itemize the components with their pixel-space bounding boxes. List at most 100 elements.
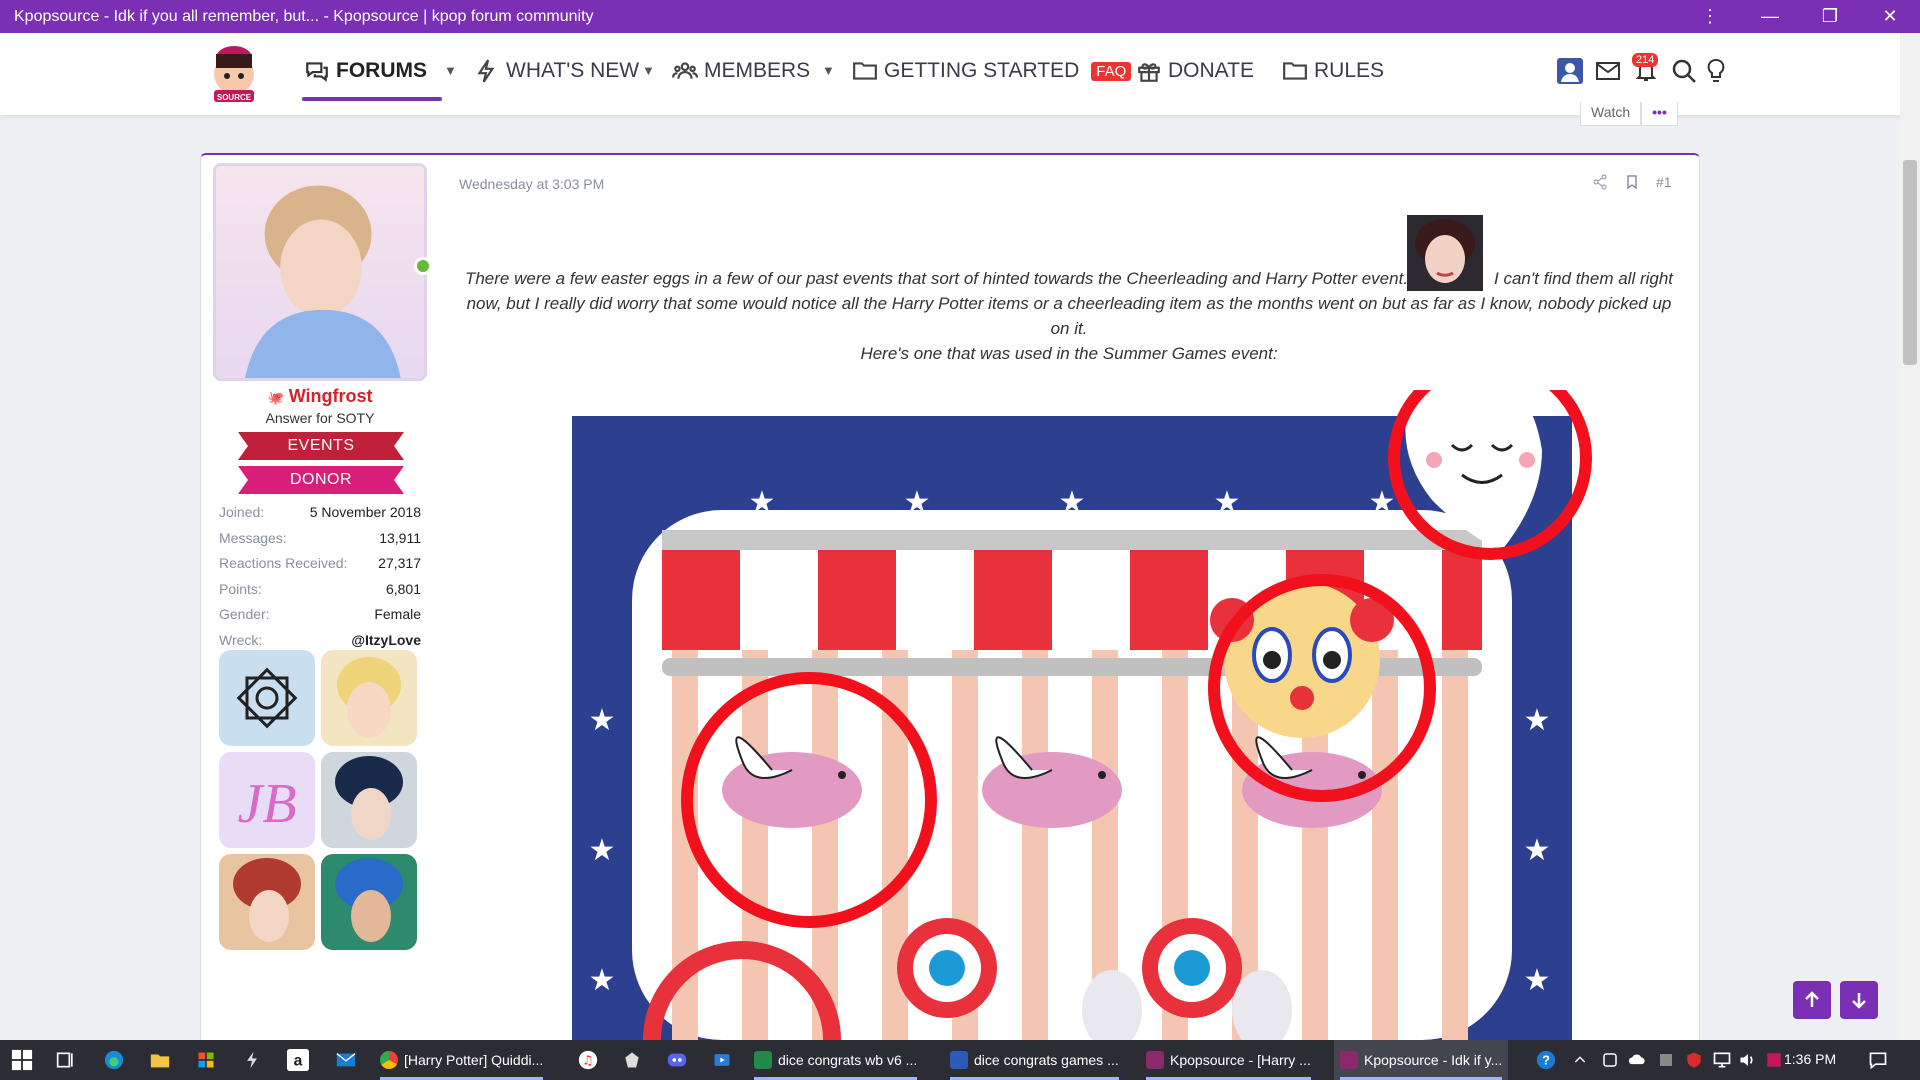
folder-icon [1283,62,1307,80]
faq-badge: FAQ [1091,61,1132,81]
lightbulb-icon[interactable] [1700,55,1732,87]
taskbar-app-word[interactable]: dice congrats games ... [944,1040,1125,1080]
mail-icon[interactable] [334,1048,358,1072]
notification-count-badge: 214 [1632,53,1659,67]
task-view-icon[interactable] [54,1048,78,1072]
kpopsource-icon [1146,1051,1164,1069]
volume-icon[interactable] [1736,1048,1760,1072]
chevron-up-icon[interactable] [1568,1048,1592,1072]
word-icon [950,1051,968,1069]
itunes-icon[interactable]: ♫ [576,1048,600,1072]
file-explorer-icon[interactable] [148,1048,172,1072]
inbox-icon[interactable] [1592,55,1624,87]
antivirus-icon[interactable] [1682,1048,1706,1072]
app-icon[interactable] [620,1048,644,1072]
nav-whats-new[interactable]: WHAT'S NEW [474,57,639,85]
whats-new-dropdown-icon[interactable]: ▼ [642,63,655,78]
onedrive-icon[interactable] [1626,1048,1650,1072]
svg-text:★: ★ [1524,963,1551,998]
svg-text:★: ★ [589,963,616,998]
taskbar-app-label: dice congrats games ... [974,1052,1119,1068]
nav-rules[interactable]: RULES [1282,57,1384,85]
stat-label: Joined: [219,504,265,520]
taskbar-app-label: dice congrats wb v6 ... [778,1052,918,1068]
search-icon[interactable] [1668,55,1700,87]
close-icon[interactable]: ✕ [1860,0,1920,33]
lightning-icon [477,59,495,83]
app-icon[interactable] [710,1048,734,1072]
trophy-image[interactable] [321,752,417,848]
nav-members[interactable]: MEMBERS [672,57,810,85]
taskbar-app-kpopsource-2[interactable]: Kpopsource - Idk if y... [1334,1040,1509,1080]
app-icon[interactable] [240,1048,264,1072]
post-text-part: Here's one that was used in the Summer G… [860,344,1278,363]
user-avatar-icon[interactable] [1554,55,1586,87]
svg-text:?: ? [1542,1053,1550,1068]
thread-actions: Watch ••• [1580,102,1678,126]
discord-icon[interactable] [665,1048,689,1072]
minimize-icon[interactable]: — [1740,0,1800,33]
post-number[interactable]: #1 [1656,174,1672,190]
taskbar-app-kpopsource-1[interactable]: Kpopsource - [Harry ... [1140,1040,1317,1080]
stat-value[interactable]: 13,911 [379,526,421,552]
trophy-image[interactable] [219,650,315,746]
tray-app-icon[interactable] [1762,1048,1786,1072]
svg-text:★: ★ [1059,485,1086,520]
taskbar-app-chrome[interactable]: [Harry Potter] Quiddi... [374,1040,549,1080]
taskbar-app-excel[interactable]: dice congrats wb v6 ... [748,1040,923,1080]
scrollbar-thumb[interactable] [1903,160,1917,365]
notifications-icon[interactable] [1866,1048,1890,1072]
gift-icon [1138,63,1160,82]
stat-label: Gender: [219,606,270,622]
share-icon[interactable] [1592,174,1608,190]
restore-icon[interactable]: ❐ [1800,0,1860,33]
post-body: There were a few easter eggs in a few of… [458,266,1680,366]
more-options-icon[interactable]: ⋮ [1680,0,1740,33]
trophy-image[interactable] [219,854,315,950]
user-avatar[interactable] [213,163,427,381]
stat-value[interactable]: 6,801 [386,577,421,603]
svg-text:★: ★ [1524,703,1551,738]
edge-browser-icon[interactable] [102,1048,126,1072]
scroll-top-button[interactable] [1793,981,1831,1019]
post-image-carnival-booth[interactable]: ★ ★ ★ ★ ★ ★ ★ ★ ★ ★ ★ ★ ★ [572,390,1592,1040]
start-icon[interactable] [10,1048,34,1072]
tray-app-icon[interactable] [1598,1048,1622,1072]
forums-dropdown-icon[interactable]: ▼ [444,63,457,78]
nav-getting-started[interactable]: GETTING STARTED FAQ [852,57,1132,85]
bookmark-icon[interactable] [1624,174,1640,190]
amazon-icon[interactable]: a [286,1048,310,1072]
stat-value: 5 November 2018 [309,504,421,520]
scroll-bottom-button[interactable] [1840,981,1878,1019]
help-icon[interactable]: ? [1534,1048,1558,1072]
store-icon[interactable] [194,1048,218,1072]
trophy-image[interactable] [321,650,417,746]
trophy-image[interactable]: JB [219,752,315,848]
watch-button[interactable]: Watch [1580,102,1642,126]
stat-value: Female [374,606,421,622]
network-icon[interactable] [1710,1048,1734,1072]
stat-joined: Joined: 5 November 2018 [219,500,421,526]
svg-text:★: ★ [904,485,931,520]
more-actions-button[interactable]: ••• [1641,102,1678,126]
chrome-icon [380,1051,398,1069]
nav-donate[interactable]: DONATE [1136,57,1254,85]
stat-gender: Gender: Female [219,602,421,628]
members-icon [672,62,698,79]
windows-taskbar: a [Harry Potter] Quiddi... ♫ dice congra… [0,1040,1920,1080]
svg-text:♫: ♫ [582,1054,594,1069]
active-tab-indicator [302,97,442,101]
window-titlebar: Kpopsource - Idk if you all remember, bu… [0,0,1920,33]
trophy-image[interactable] [321,854,417,950]
excel-icon [754,1051,772,1069]
username[interactable]: 🐙 Wingfrost [213,386,427,407]
nav-forums[interactable]: FORUMS [304,57,427,85]
stat-value: 27,317 [378,555,421,571]
site-logo[interactable]: SOURCE [204,38,264,106]
members-dropdown-icon[interactable]: ▼ [822,63,835,78]
tray-app-icon[interactable] [1654,1048,1678,1072]
post-timestamp[interactable]: Wednesday at 3:03 PM [459,176,604,192]
svg-text:★: ★ [1369,485,1396,520]
clock[interactable]: 1:36 PM [1784,1051,1836,1067]
nav-getting-started-label: GETTING STARTED [884,59,1080,82]
